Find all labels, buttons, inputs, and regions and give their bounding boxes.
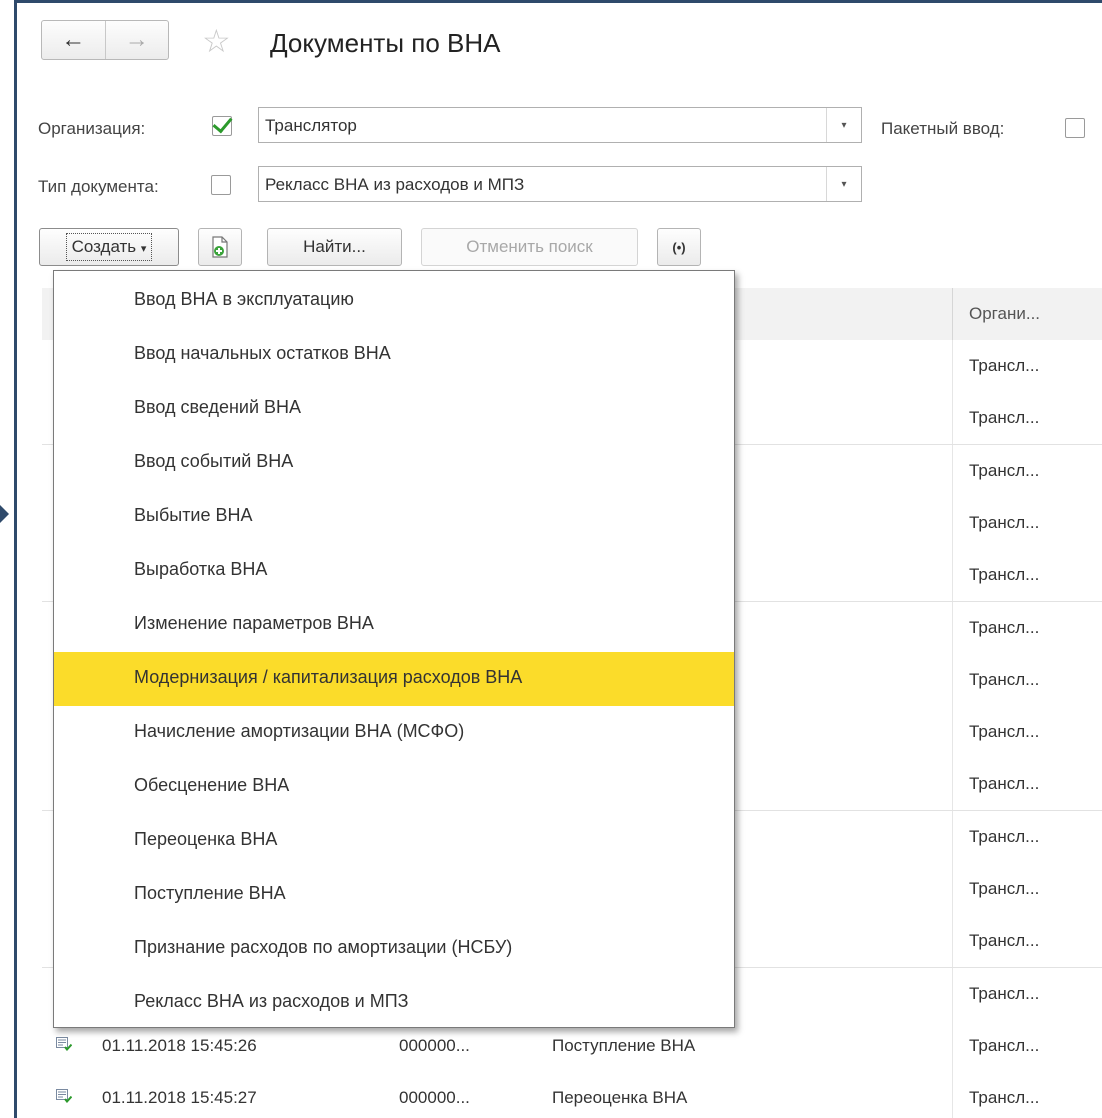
doctype-field[interactable]: Рекласс ВНА из расходов и МПЗ ▾ — [258, 166, 862, 202]
forward-button[interactable]: → — [104, 21, 169, 59]
cell-org: Трансл... — [969, 460, 1040, 480]
doctype-label: Тип документа: — [38, 177, 159, 196]
cell-org: Трансл... — [969, 879, 1040, 898]
column-separator — [952, 601, 953, 654]
col-org-header[interactable]: Органи... — [969, 304, 1040, 324]
org-dropdown-icon[interactable]: ▾ — [826, 108, 861, 142]
new-document-icon — [212, 236, 228, 258]
cell-date: 01.11.2018 15:45:26 — [102, 1035, 257, 1055]
column-separator — [952, 1072, 953, 1118]
cell-org: Трансл... — [969, 512, 1040, 532]
org-label: Организация: — [38, 119, 146, 138]
create-menu-item[interactable]: Поступление ВНА — [54, 868, 734, 922]
create-menu-item[interactable]: Обесценение ВНА — [54, 760, 734, 814]
find-button[interactable]: Найти... — [267, 228, 402, 266]
column-separator — [952, 496, 953, 549]
create-menu-item[interactable]: Ввод ВНА в эксплуатацию — [54, 274, 734, 328]
create-menu-item-label: Ввод начальных остатков ВНА — [134, 343, 391, 363]
create-menu-item-label: Ввод событий ВНА — [134, 451, 294, 471]
create-button-inner: Создать ▾ — [65, 233, 153, 261]
cell-type: Поступление ВНА — [552, 1035, 696, 1055]
cell-org: Трансл... — [969, 774, 1040, 794]
back-button[interactable]: ← — [42, 21, 105, 59]
org-field[interactable]: Транслятор ▾ — [258, 107, 862, 143]
create-label: Создать — [71, 237, 137, 256]
column-separator — [952, 810, 953, 863]
create-menu-item-label: Переоценка ВНА — [134, 829, 278, 849]
cell-org: Трансл... — [969, 983, 1040, 1003]
column-separator — [952, 1019, 953, 1072]
cell-org: Трансл... — [969, 617, 1040, 637]
create-menu-item-label: Ввод сведений ВНА — [134, 397, 302, 417]
column-separator — [952, 915, 953, 968]
cell-type: Переоценка ВНА — [552, 1088, 688, 1108]
create-button[interactable]: Создать ▾ — [39, 228, 179, 266]
new-document-button[interactable] — [198, 228, 242, 266]
create-menu-item[interactable]: Выбытие ВНА — [54, 490, 734, 544]
cell-number: 000000... — [399, 1035, 470, 1055]
create-menu-item-label: Выработка ВНА — [134, 559, 268, 579]
column-separator — [952, 967, 953, 1020]
create-arrow-icon: ▾ — [140, 243, 147, 255]
column-separator — [952, 758, 953, 811]
create-menu-item[interactable]: Изменение параметров ВНА — [54, 598, 734, 652]
cell-org: Трансл... — [969, 408, 1040, 428]
posted-document-icon — [56, 1089, 72, 1104]
table-row[interactable]: 01.11.2018 15:45:27 000000... Переоценка В… — [42, 1072, 1102, 1118]
create-menu-item[interactable]: Выработка ВНА — [54, 544, 734, 598]
doctype-checkbox[interactable] — [211, 175, 231, 195]
posted-document-icon — [56, 1036, 72, 1051]
cell-org: Трансл... — [969, 722, 1040, 742]
column-separator — [952, 549, 953, 602]
sync-icon: (•) — [672, 239, 686, 255]
window-frame: ← → ☆ Документы по ВНА Организация: Тран… — [14, 0, 1102, 1118]
create-menu-item[interactable]: Ввод начальных остатков ВНА — [54, 328, 734, 382]
org-checkbox[interactable] — [212, 116, 232, 136]
batch-checkbox[interactable] — [1065, 118, 1085, 138]
cell-org: Трансл... — [969, 1035, 1040, 1055]
column-separator — [952, 392, 953, 445]
cell-org: Трансл... — [969, 356, 1040, 375]
cell-org: Трансл... — [969, 669, 1040, 689]
cancel-search-button: Отменить поиск — [421, 228, 638, 266]
create-menu-item[interactable]: Переоценка ВНА — [54, 814, 734, 868]
cell-org: Трансл... — [969, 565, 1040, 585]
column-separator — [952, 340, 953, 392]
cell-org: Трансл... — [969, 826, 1040, 846]
create-menu-item-label: Выбытие ВНА — [134, 505, 253, 525]
column-separator — [952, 863, 953, 915]
column-separator — [952, 653, 953, 706]
create-menu-item-label: Рекласс ВНА из расходов и МПЗ — [134, 991, 409, 1011]
doctype-dropdown-icon[interactable]: ▾ — [826, 167, 861, 201]
create-menu-item[interactable]: Модернизация / капитализация расходов ВН… — [54, 652, 734, 706]
side-pointer-arrow — [0, 505, 9, 523]
cell-org: Трансл... — [969, 1088, 1040, 1108]
create-menu-item[interactable]: Ввод событий ВНА — [54, 436, 734, 490]
create-dropdown-menu: Ввод ВНА в эксплуатацию Ввод начальных ос… — [53, 270, 735, 1028]
create-menu-item[interactable]: Рекласс ВНА из расходов и МПЗ — [54, 976, 734, 1030]
create-menu-item[interactable]: Начисление амортизации ВНА (МСФО) — [54, 706, 734, 760]
org-value: Транслятор — [265, 116, 357, 135]
create-menu-item[interactable]: Ввод сведений ВНА — [54, 382, 734, 436]
create-menu-item-label: Начисление амортизации ВНА (МСФО) — [134, 721, 465, 741]
create-menu-item-label: Поступление ВНА — [134, 883, 286, 903]
column-separator — [952, 444, 953, 497]
create-menu-item-label: Изменение параметров ВНА — [134, 613, 374, 633]
create-menu-item-label: Признание расходов по амортизации (НСБУ) — [134, 937, 513, 957]
create-menu-item-label: Ввод ВНА в эксплуатацию — [134, 289, 354, 309]
cell-number: 000000... — [399, 1088, 470, 1108]
cell-date: 01.11.2018 15:45:27 — [102, 1088, 257, 1108]
doctype-value: Рекласс ВНА из расходов и МПЗ — [265, 175, 525, 194]
nav-buttons: ← → — [41, 20, 169, 60]
create-menu-item-label: Обесценение ВНА — [134, 775, 290, 795]
create-menu-item[interactable]: Признание расходов по амортизации (НСБУ) — [54, 922, 734, 976]
create-menu-item-label: Модернизация / капитализация расходов ВН… — [134, 667, 523, 687]
header-separator — [952, 288, 953, 340]
favorite-star-icon[interactable]: ☆ — [202, 25, 231, 57]
sync-button[interactable]: (•) — [657, 228, 701, 266]
page-title: Документы по ВНА — [270, 28, 501, 58]
cell-org: Трансл... — [969, 931, 1040, 951]
column-separator — [952, 706, 953, 759]
batch-label: Пакетный ввод: — [881, 119, 1005, 138]
